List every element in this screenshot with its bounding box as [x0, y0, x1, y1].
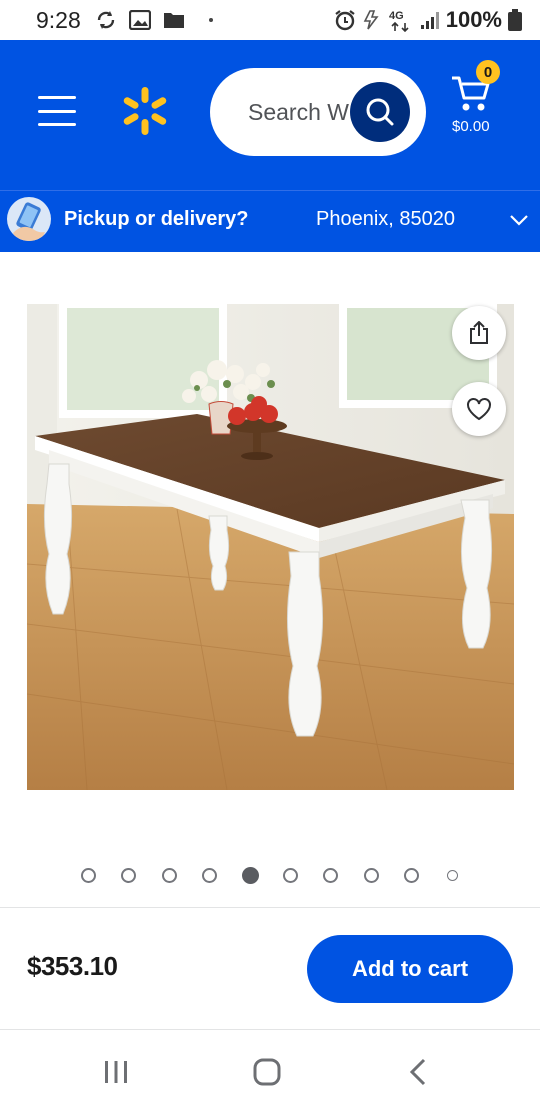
carousel-dot[interactable] [121, 868, 136, 883]
chevron-down-icon[interactable] [508, 209, 530, 231]
pickup-delivery-bar[interactable]: Pickup or delivery? Phoenix, 85020 [0, 190, 540, 252]
status-notification-icons [95, 9, 213, 31]
back-icon[interactable] [408, 1058, 428, 1086]
menu-line-icon [38, 109, 76, 113]
cart-button[interactable]: 0 $0.00 [448, 60, 520, 140]
status-system-icons: 4G 100% [334, 7, 522, 33]
add-to-cart-button[interactable]: Add to cart [307, 935, 513, 1003]
carousel-dot[interactable] [81, 868, 96, 883]
status-bar: 9:28 4G 100% [0, 0, 540, 40]
alarm-icon [335, 10, 355, 31]
carousel-dot[interactable] [404, 868, 419, 883]
carousel-dot[interactable] [323, 868, 338, 883]
search-button[interactable] [350, 82, 410, 142]
home-icon[interactable] [253, 1058, 281, 1086]
battery-icon [508, 9, 522, 31]
data-saver-icon [363, 10, 379, 30]
svg-text:4G: 4G [389, 10, 404, 22]
favorite-button[interactable] [452, 382, 506, 436]
product-price: $353.10 [27, 951, 118, 981]
signal-icon [420, 12, 439, 29]
search-input[interactable] [248, 68, 358, 156]
folder-icon [163, 13, 184, 28]
heart-icon [467, 398, 491, 421]
carousel-dot[interactable] [162, 868, 177, 883]
pickup-delivery-label: Pickup or delivery? [64, 208, 249, 230]
carousel-dot-active[interactable] [242, 867, 259, 884]
share-icon [470, 321, 488, 344]
menu-button[interactable] [38, 96, 76, 126]
battery-percentage: 100% [445, 7, 502, 32]
status-time: 9:28 [36, 6, 81, 33]
product-image[interactable] [27, 304, 514, 790]
cart-total: $0.00 [452, 118, 490, 135]
divider [0, 907, 540, 908]
status-more-dot [208, 18, 213, 22]
carousel-dot[interactable] [283, 868, 298, 883]
carousel-dot[interactable] [447, 870, 458, 881]
carousel-dot[interactable] [202, 868, 217, 883]
divider [0, 1029, 540, 1030]
search-icon [366, 98, 394, 126]
image-carousel-indicator [0, 866, 540, 886]
share-button[interactable] [452, 306, 506, 360]
search-bar[interactable] [210, 68, 426, 156]
menu-line-icon [38, 96, 76, 99]
walmart-spark-logo-icon[interactable] [121, 86, 169, 136]
store-location[interactable]: Phoenix, 85020 [316, 208, 455, 231]
gallery-icon [128, 10, 151, 30]
system-navigation-bar [0, 1032, 540, 1110]
menu-line-icon [38, 123, 76, 126]
4g-icon: 4G [389, 10, 409, 32]
carousel-dot[interactable] [364, 868, 379, 883]
app-header: 0 $0.00 [0, 40, 540, 190]
sync-icon [97, 11, 114, 29]
pickup-phone-icon [7, 197, 51, 241]
dining-table-photo [27, 304, 514, 790]
recent-apps-icon[interactable] [103, 1060, 129, 1084]
cart-count-badge: 0 [476, 60, 500, 84]
